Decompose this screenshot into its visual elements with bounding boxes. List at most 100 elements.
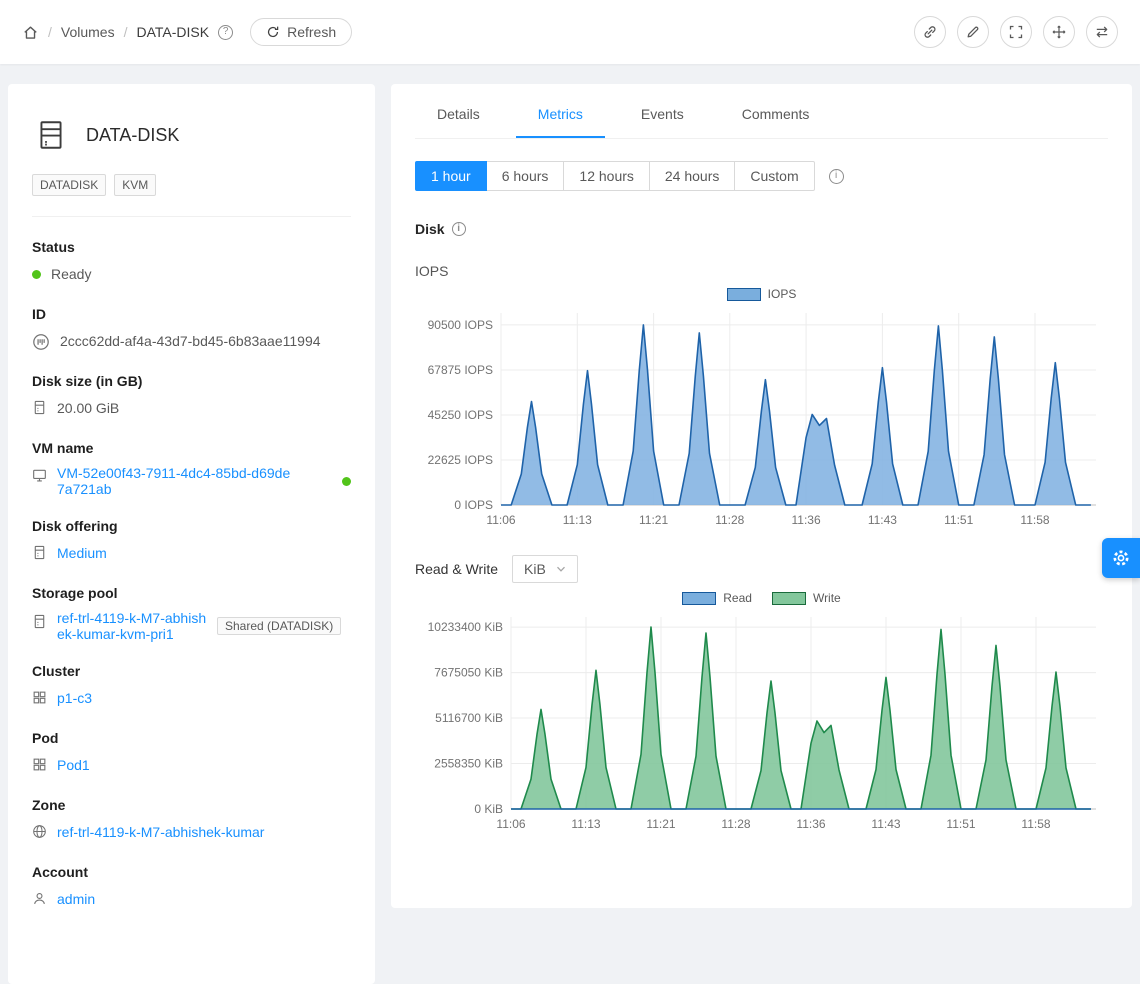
iops-chart-title: IOPS	[415, 263, 1108, 279]
account-link[interactable]: admin	[57, 889, 95, 910]
svg-text:11:58: 11:58	[1020, 513, 1049, 527]
breadcrumb-separator: /	[124, 24, 128, 40]
breadcrumb: / Volumes / DATA-DISK ? Refresh	[22, 18, 352, 46]
field-pod: Pod Pod1	[32, 730, 351, 776]
detail-tabs: Details Metrics Events Comments	[415, 92, 1108, 139]
svg-text:11:21: 11:21	[639, 513, 668, 527]
field-zone: Zone ref-trl-4119-k-M7-abhishek-kumar	[32, 797, 351, 843]
field-status: Status Ready	[32, 239, 351, 285]
vm-link[interactable]: VM-52e00f43-7911-4dc4-85bd-d69de7a721ab	[57, 465, 295, 497]
svg-text:67875 IOPS: 67875 IOPS	[428, 363, 493, 377]
unit-select[interactable]: KiB	[512, 555, 578, 583]
field-label: ID	[32, 306, 351, 322]
svg-text:0 KiB: 0 KiB	[474, 802, 503, 816]
edit-button[interactable]	[957, 16, 989, 48]
legend-label: Write	[813, 591, 841, 605]
home-icon[interactable]	[22, 24, 39, 41]
refresh-button[interactable]: Refresh	[250, 18, 352, 46]
field-cluster: Cluster p1-c3	[32, 663, 351, 709]
pod-link[interactable]: Pod1	[57, 755, 90, 776]
status-value: Ready	[51, 264, 91, 285]
move-icon	[1051, 24, 1067, 40]
tab-comments[interactable]: Comments	[720, 92, 832, 138]
time-range-group: 1 hour 6 hours 12 hours 24 hours Custom	[415, 161, 815, 191]
field-label: Disk size (in GB)	[32, 373, 351, 389]
chevron-down-icon	[556, 564, 566, 574]
move-button[interactable]	[1043, 16, 1075, 48]
zone-link[interactable]: ref-trl-4119-k-M7-abhishek-kumar	[57, 822, 264, 843]
info-icon[interactable]: i	[829, 169, 844, 184]
svg-text:11:06: 11:06	[486, 513, 515, 527]
tab-metrics[interactable]: Metrics	[516, 92, 605, 138]
zone-globe-icon	[32, 824, 47, 839]
svg-text:7675050 KiB: 7675050 KiB	[434, 666, 503, 680]
legend-item: Read	[682, 591, 752, 605]
storage-pool-badge: Shared (DATADISK)	[217, 617, 341, 635]
svg-text:2558350 KiB: 2558350 KiB	[434, 757, 503, 771]
range-6-hours[interactable]: 6 hours	[486, 161, 565, 191]
svg-text:11:43: 11:43	[868, 513, 897, 527]
svg-text:11:58: 11:58	[1021, 817, 1050, 831]
svg-text:11:13: 11:13	[571, 817, 600, 831]
vm-icon	[32, 468, 47, 483]
header-actions	[914, 16, 1118, 48]
cluster-icon	[32, 690, 47, 705]
field-label: Zone	[32, 797, 351, 813]
svg-text:11:28: 11:28	[715, 513, 744, 527]
breadcrumb-separator: /	[48, 24, 52, 40]
tab-events[interactable]: Events	[619, 92, 706, 138]
legend-item: IOPS	[727, 287, 797, 301]
svg-text:0 IOPS: 0 IOPS	[454, 498, 493, 512]
read-write-legend: Read Write	[415, 591, 1108, 605]
field-disk-offering: Disk offering Medium	[32, 518, 351, 564]
resource-info-card: DATA-DISK DATADISK KVM Status Ready ID 2…	[8, 84, 375, 984]
storage-pool-link[interactable]: ref-trl-4119-k-M7-abhishek-kumar-kvm-pri…	[57, 610, 207, 642]
svg-text:11:36: 11:36	[792, 513, 821, 527]
disk-offering-link[interactable]: Medium	[57, 543, 107, 564]
range-1-hour[interactable]: 1 hour	[415, 161, 487, 191]
range-custom[interactable]: Custom	[734, 161, 814, 191]
read-write-title: Read & Write	[415, 561, 498, 577]
info-icon[interactable]: i	[452, 222, 466, 236]
range-12-hours[interactable]: 12 hours	[563, 161, 649, 191]
field-label: Pod	[32, 730, 351, 746]
iops-chart: 11:0611:1311:2111:2811:3611:4311:5111:58…	[415, 303, 1108, 535]
field-label: Cluster	[32, 663, 351, 679]
field-label: Storage pool	[32, 585, 351, 601]
field-storage-pool: Storage pool ref-trl-4119-k-M7-abhishek-…	[32, 585, 351, 642]
detail-card: Details Metrics Events Comments 1 hour 6…	[391, 84, 1132, 908]
settings-button[interactable]	[1102, 538, 1140, 578]
unit-select-value: KiB	[524, 561, 546, 577]
field-id: ID 2ccc62dd-af4a-43d7-bd45-6b83aae11994	[32, 306, 351, 352]
read-write-chart: 11:0611:1311:2111:2811:3611:4311:5111:58…	[415, 607, 1108, 839]
svg-text:90500 IOPS: 90500 IOPS	[428, 318, 493, 332]
svg-text:11:21: 11:21	[646, 817, 675, 831]
svg-text:11:36: 11:36	[796, 817, 825, 831]
help-icon[interactable]: ?	[218, 25, 233, 40]
refresh-icon	[266, 25, 280, 39]
migrate-button[interactable]	[1086, 16, 1118, 48]
range-24-hours[interactable]: 24 hours	[649, 161, 735, 191]
breadcrumb-volumes[interactable]: Volumes	[61, 24, 115, 40]
resize-button[interactable]	[1000, 16, 1032, 48]
copy-link-button[interactable]	[914, 16, 946, 48]
legend-swatch	[772, 592, 806, 605]
page-content: DATA-DISK DATADISK KVM Status Ready ID 2…	[0, 64, 1140, 984]
disk-size-value: 20.00 GiB	[57, 398, 119, 419]
svg-text:11:43: 11:43	[871, 817, 900, 831]
gear-icon	[1111, 548, 1131, 568]
svg-text:11:51: 11:51	[946, 817, 975, 831]
tab-details[interactable]: Details	[415, 92, 502, 138]
disk-section-label: Disk	[415, 221, 445, 237]
legend-label: IOPS	[768, 287, 797, 301]
field-label: Account	[32, 864, 351, 880]
cluster-link[interactable]: p1-c3	[57, 688, 92, 709]
edit-icon	[965, 24, 981, 40]
fullscreen-icon	[1008, 24, 1024, 40]
breadcrumb-current: DATA-DISK	[136, 24, 209, 40]
link-icon	[922, 24, 938, 40]
svg-text:10233400 KiB: 10233400 KiB	[428, 620, 503, 634]
field-vm-name: VM name VM-52e00f43-7911-4dc4-85bd-d69de…	[32, 440, 351, 497]
svg-text:11:06: 11:06	[496, 817, 525, 831]
user-icon	[32, 891, 47, 906]
